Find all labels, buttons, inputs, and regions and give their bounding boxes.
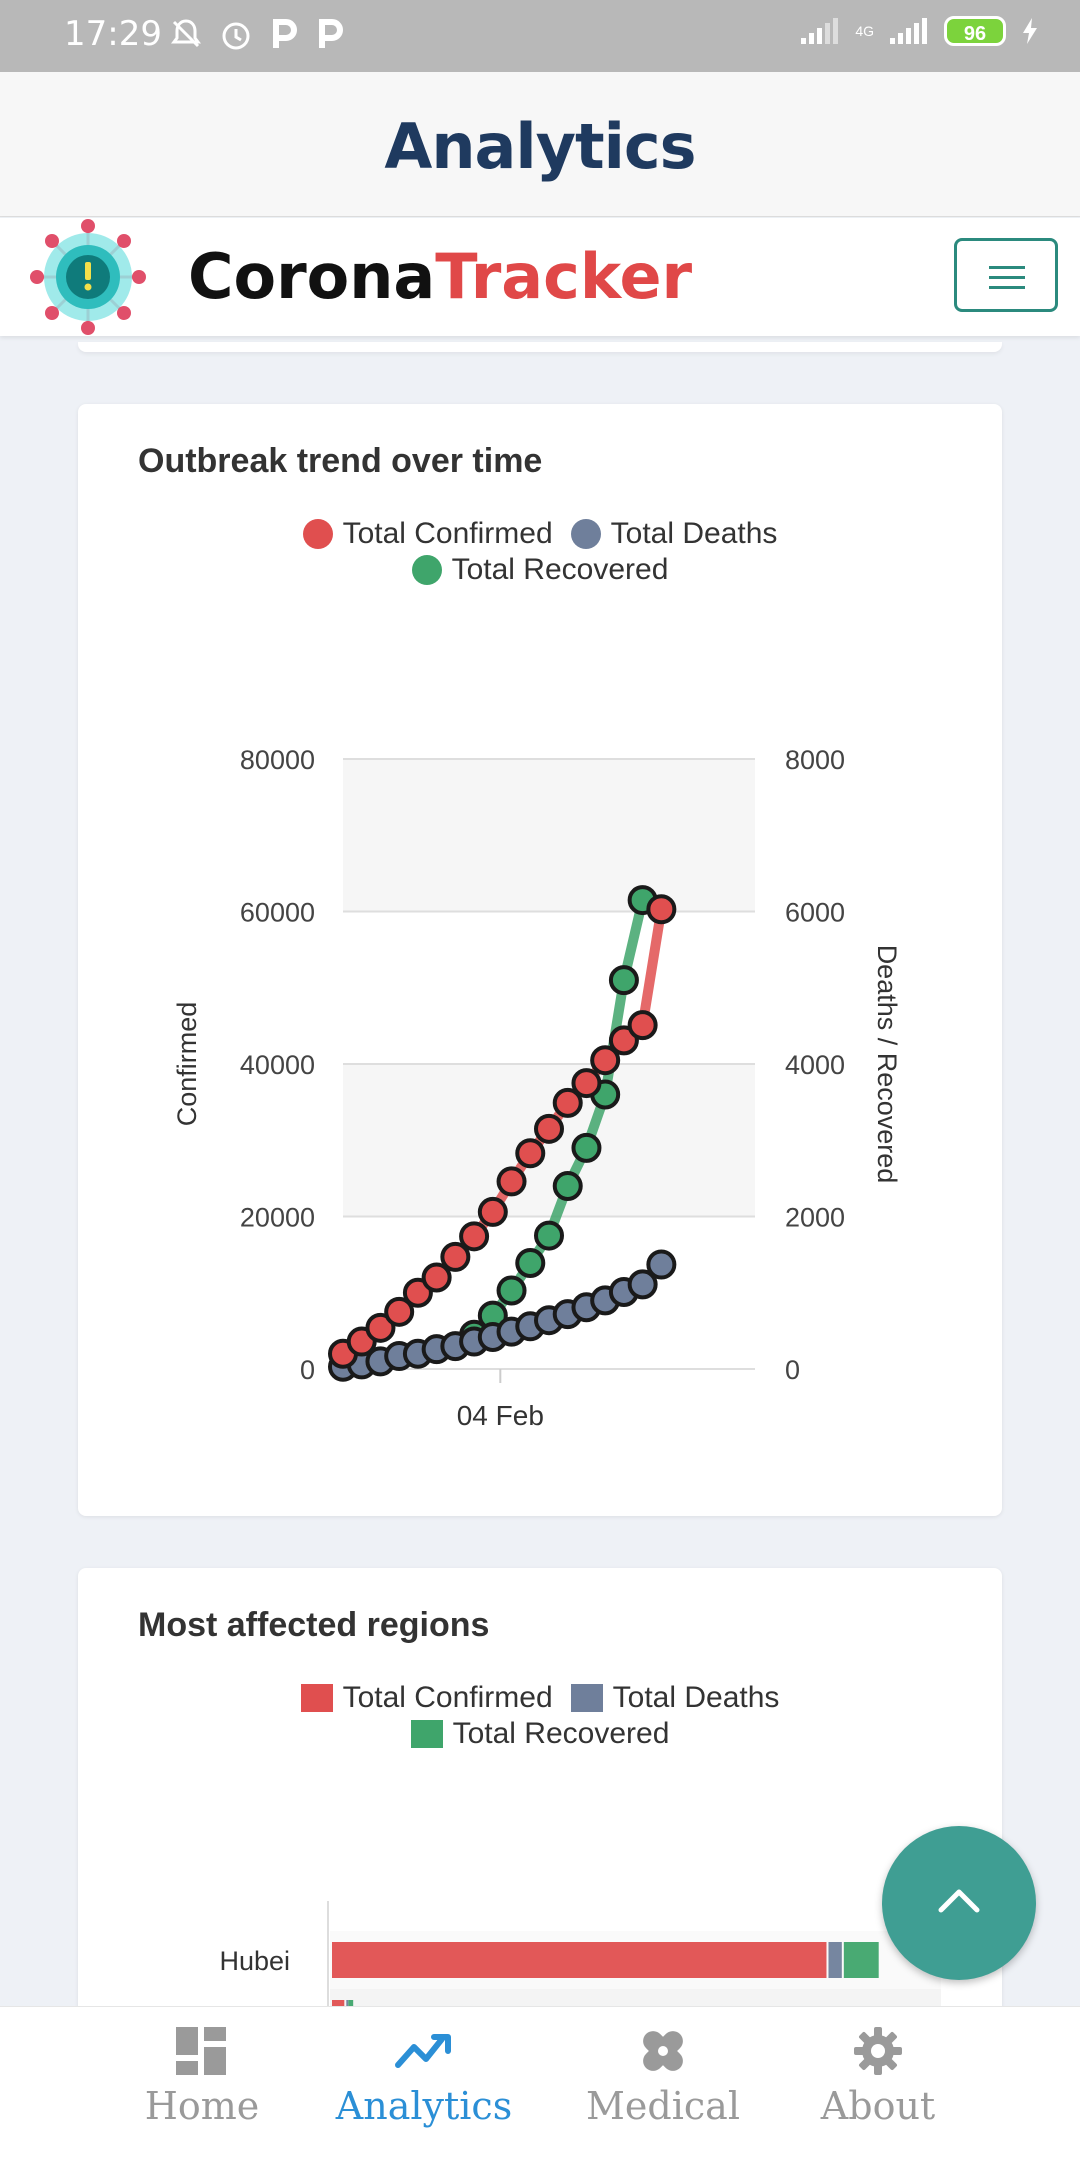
y-right-tick-label: 0 bbox=[785, 1355, 800, 1385]
y-left-axis-label: Confirmed bbox=[172, 1002, 202, 1127]
y-right-tick-label: 6000 bbox=[785, 898, 845, 928]
tab-label-medical: Medical bbox=[586, 2084, 740, 2128]
trend-icon bbox=[395, 2034, 451, 2068]
hamburger-line bbox=[989, 266, 1025, 269]
brand-part2: Tracker bbox=[435, 240, 693, 313]
category-label: Hubei bbox=[219, 1946, 290, 1976]
bar-segment bbox=[843, 1942, 879, 1978]
y-left-tick-label: 20000 bbox=[240, 1203, 315, 1233]
y-right-tick-label: 4000 bbox=[785, 1050, 845, 1080]
data-point bbox=[515, 1138, 546, 1169]
bar-segment bbox=[332, 1942, 827, 1978]
x-tick-label: 04 Feb bbox=[457, 1400, 544, 1431]
data-point bbox=[571, 1132, 602, 1163]
parking-icon bbox=[273, 19, 297, 48]
data-point bbox=[496, 1166, 527, 1197]
scroll-top-button[interactable] bbox=[882, 1826, 1036, 1980]
bandage-icon bbox=[643, 2031, 683, 2071]
tab-label-analytics: Analytics bbox=[335, 2084, 513, 2128]
y-left-tick-label: 60000 bbox=[240, 898, 315, 928]
data-point bbox=[646, 894, 677, 925]
data-point bbox=[571, 1068, 602, 1099]
y-right-tick-label: 8000 bbox=[785, 745, 845, 775]
page-title: Analytics bbox=[384, 110, 696, 183]
hamburger-line bbox=[989, 276, 1025, 279]
regions-card: Most affected regions Total Confirmed To… bbox=[78, 1568, 1002, 2018]
virus-logo-icon[interactable] bbox=[20, 218, 156, 336]
data-point bbox=[477, 1196, 508, 1227]
bottom-nav: Home Analytics Medical About bbox=[0, 2006, 1080, 2161]
data-point bbox=[627, 1010, 658, 1041]
battery-indicator: 96 bbox=[944, 16, 1006, 46]
signal-icon-2 bbox=[890, 18, 927, 44]
app-bar: Analytics bbox=[0, 72, 1080, 217]
tab-about[interactable]: About bbox=[758, 2025, 998, 2128]
previous-card-edge bbox=[78, 342, 1002, 352]
menu-button[interactable] bbox=[954, 238, 1058, 312]
signal-icon bbox=[801, 18, 839, 44]
data-point bbox=[534, 1113, 564, 1144]
data-point bbox=[496, 1275, 527, 1306]
parking-icon-2 bbox=[319, 19, 343, 48]
y-right-axis-label: Deaths / Recovered bbox=[872, 945, 902, 1184]
dashboard-icon bbox=[176, 2027, 226, 2075]
data-point bbox=[608, 965, 639, 996]
y-left-tick-label: 80000 bbox=[240, 745, 315, 775]
charging-icon bbox=[1023, 18, 1037, 44]
data-point bbox=[534, 1220, 564, 1251]
data-point bbox=[646, 1249, 677, 1280]
trend-chart: 0 0 20000 2000 40000 4000 60000 6000 80000 8000 Co… bbox=[172, 745, 902, 1431]
bar-segment bbox=[828, 1942, 842, 1978]
tab-medical[interactable]: Medical bbox=[543, 2025, 783, 2128]
gear-icon bbox=[854, 2027, 902, 2075]
tab-home[interactable]: Home bbox=[82, 2025, 322, 2128]
mute-icon bbox=[171, 19, 201, 48]
status-icons-left bbox=[168, 16, 346, 52]
status-bar: 17:29 4G 96 bbox=[0, 0, 1080, 72]
network-type: 4G bbox=[855, 23, 874, 39]
regions-chart: HubeiGuangdong bbox=[149, 1901, 941, 2018]
trend-card: Outbreak trend over time Total Confirmed… bbox=[78, 404, 1002, 1516]
y-left-tick-label: 40000 bbox=[240, 1050, 315, 1080]
data-point bbox=[515, 1248, 546, 1279]
brand-part1: Corona bbox=[188, 240, 436, 313]
tab-analytics[interactable]: Analytics bbox=[304, 2025, 544, 2128]
y-left-tick-label: 0 bbox=[300, 1355, 315, 1385]
status-time: 17:29 bbox=[64, 14, 162, 54]
tab-label-home: Home bbox=[144, 2084, 260, 2128]
chevron-up-icon bbox=[938, 1889, 980, 1913]
y-right-tick-label: 2000 bbox=[785, 1203, 845, 1233]
data-point bbox=[459, 1221, 490, 1252]
data-point bbox=[552, 1171, 583, 1201]
status-icons-right: 4G 96 bbox=[799, 16, 1040, 46]
alarm-icon bbox=[222, 22, 250, 50]
grid-band bbox=[343, 759, 755, 912]
brand-name[interactable]: CoronaTracker bbox=[188, 240, 692, 313]
brand-navbar: CoronaTracker bbox=[0, 218, 1080, 336]
tab-label-about: About bbox=[820, 2084, 936, 2128]
hamburger-line bbox=[989, 286, 1025, 289]
